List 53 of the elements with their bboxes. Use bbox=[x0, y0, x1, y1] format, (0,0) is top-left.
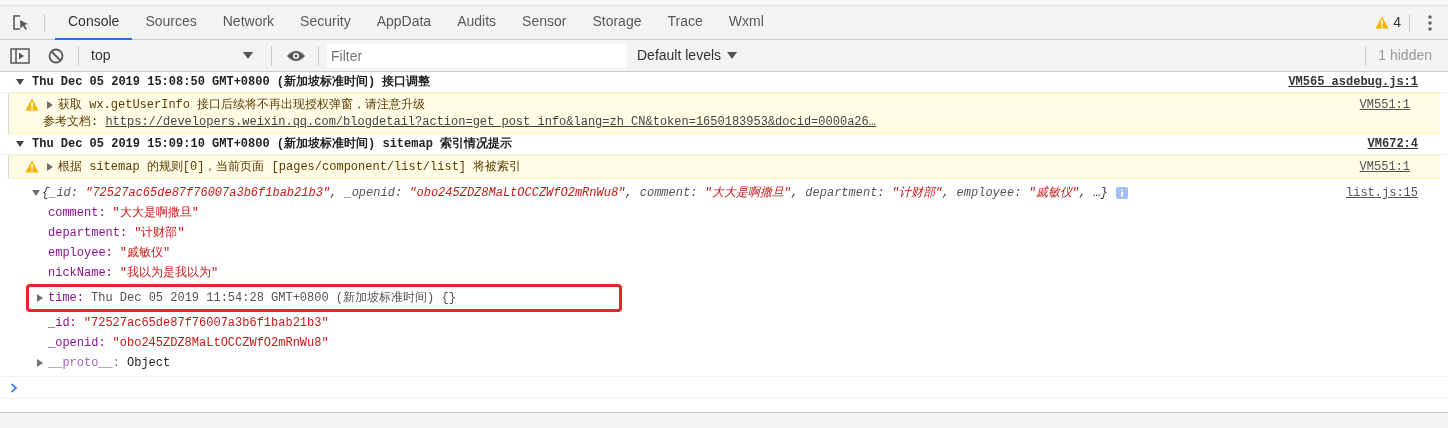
doc-link[interactable]: https://developers.weixin.qq.com/blogdetail?action=get_post_info&lang=zh_CN&token=1650183953&docid=0000a26… bbox=[105, 112, 876, 131]
source-link[interactable]: VM565 asdebug.js:1 bbox=[1278, 73, 1448, 91]
prompt-icon[interactable] bbox=[10, 382, 18, 393]
context-select[interactable]: top bbox=[87, 43, 257, 68]
info-icon bbox=[1115, 187, 1128, 199]
tab[interactable]: AppData bbox=[363, 5, 445, 40]
hidden-count: 1 hidden bbox=[1378, 46, 1432, 65]
object-summary[interactable]: {_id: "72527ac65de87f76007a3b6f1bab21b3", _openid: "obo245ZDZ8MaLtOCCZWfO2mRnWu8", comment: "大大是啊撒旦", department: "计财部", employee: "戚敏仪", …} bbox=[42, 184, 1108, 202]
clear-console-icon[interactable] bbox=[48, 47, 64, 64]
tab[interactable]: Wxml bbox=[715, 5, 777, 40]
collapse-arrow-icon[interactable] bbox=[16, 78, 24, 86]
source-link[interactable]: VM672:4 bbox=[1357, 135, 1448, 153]
dropdown-caret-icon bbox=[243, 52, 253, 59]
tab[interactable]: Trace bbox=[654, 5, 716, 40]
warning-message: 获取 wx.getUserInfo 接口后续将不再出现授权弹窗，请注意升级 bbox=[58, 97, 426, 114]
collapse-arrow-icon[interactable] bbox=[16, 140, 24, 148]
eye-icon[interactable] bbox=[286, 49, 306, 62]
object-property[interactable]: time: Thu Dec 05 2019 11:54:28 GMT+0800 (新加坡标准时间) {} bbox=[48, 289, 456, 307]
tab[interactable]: Security bbox=[287, 5, 364, 40]
expand-arrow-icon[interactable] bbox=[46, 163, 54, 171]
object-property: department: "计财部" bbox=[48, 225, 185, 242]
object-property: nickName: "我以为是我以为" bbox=[48, 265, 219, 282]
source-link[interactable]: VM551:1 bbox=[1349, 158, 1440, 176]
object-property[interactable]: __proto__: Object bbox=[48, 354, 171, 372]
sidebar-toggle-icon[interactable] bbox=[10, 47, 30, 64]
collapse-arrow-icon[interactable] bbox=[32, 189, 40, 197]
more-menu-icon[interactable] bbox=[1428, 14, 1432, 31]
dropdown-caret-icon bbox=[727, 52, 738, 59]
warning-icon bbox=[25, 160, 39, 173]
object-property: comment: "大大是啊撒旦" bbox=[48, 205, 199, 222]
levels-dropdown[interactable]: Default levels bbox=[637, 45, 738, 66]
warning-icon bbox=[1375, 16, 1390, 29]
group-header[interactable]: Thu Dec 05 2019 15:09:10 GMT+0800 (新加坡标准时间) sitemap 索引情况提示 bbox=[32, 135, 513, 153]
tab[interactable]: Sources bbox=[132, 5, 210, 40]
object-property: _openid: "obo245ZDZ8MaLtOCCZWfO2mRnWu8" bbox=[48, 335, 329, 352]
inspect-element-icon[interactable] bbox=[12, 13, 30, 32]
doc-label: 参考文档: bbox=[43, 113, 100, 131]
source-link[interactable]: VM551:1 bbox=[1349, 96, 1440, 114]
expand-arrow-icon[interactable] bbox=[36, 294, 44, 302]
source-link[interactable]: list.js:15 bbox=[1336, 184, 1448, 202]
object-property: _id: "72527ac65de87f76007a3b6f1bab21b3" bbox=[48, 315, 329, 332]
warning-message: 根据 sitemap 的规则[0]，当前页面 [pages/component/list/list] 将被索引 bbox=[58, 159, 522, 176]
warning-count[interactable]: 4 bbox=[1393, 12, 1401, 33]
expand-arrow-icon[interactable] bbox=[46, 101, 54, 109]
filter-field[interactable]: Filter bbox=[327, 43, 627, 68]
tab[interactable]: Sensor bbox=[509, 5, 580, 40]
warning-icon bbox=[25, 98, 39, 111]
group-header[interactable]: Thu Dec 05 2019 15:08:50 GMT+0800 (新加坡标准时间) 接口调整 bbox=[32, 73, 431, 91]
tab[interactable]: Network bbox=[209, 5, 288, 40]
tab[interactable]: Audits bbox=[444, 5, 510, 40]
object-property: employee: "戚敏仪" bbox=[48, 245, 171, 262]
tab[interactable]: Storage bbox=[579, 5, 655, 40]
expand-arrow-icon[interactable] bbox=[36, 359, 44, 367]
